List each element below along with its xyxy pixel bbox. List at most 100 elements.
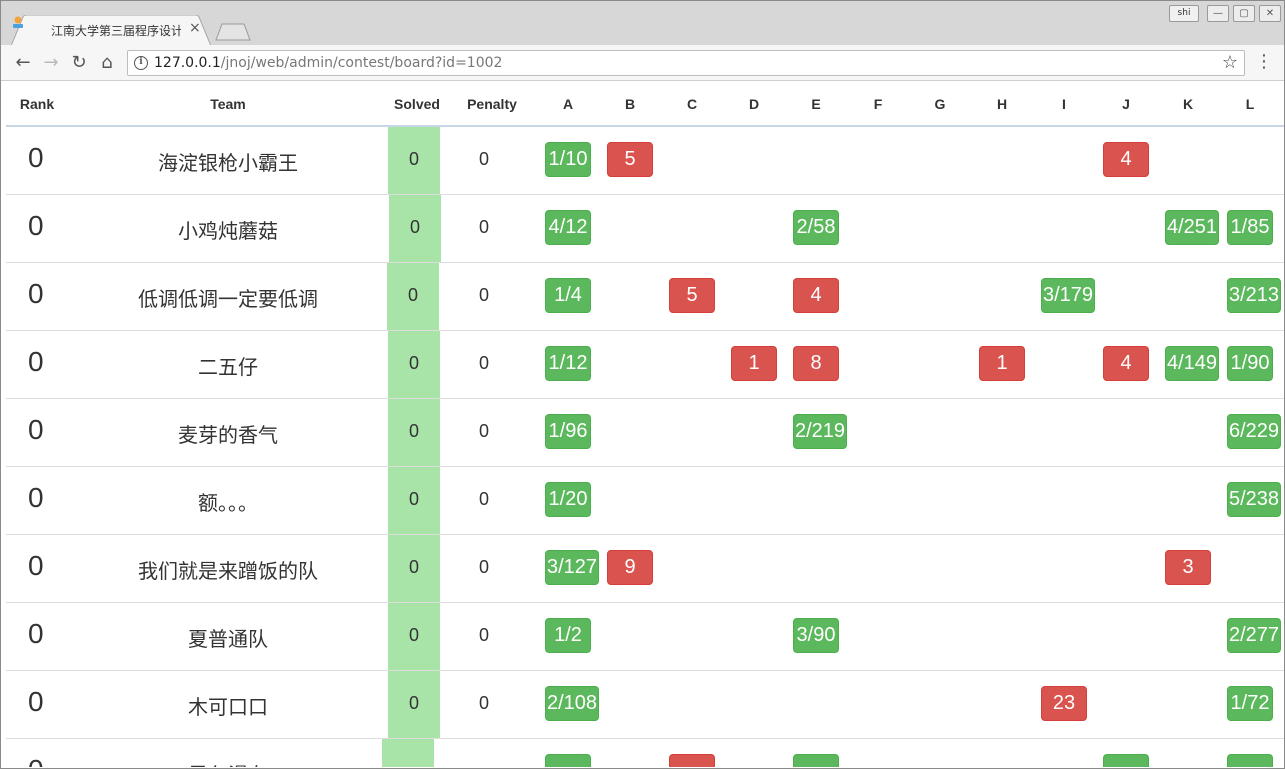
header-problem-j[interactable]: J: [1106, 96, 1146, 112]
header-problem-l[interactable]: L: [1230, 96, 1270, 112]
accepted-badge-k[interactable]: 4/251: [1165, 210, 1220, 245]
header-solved: Solved: [394, 96, 440, 112]
table-row: 0 黑色漫布: [6, 739, 1284, 767]
penalty-cell: 0: [478, 421, 489, 441]
accepted-badge-i[interactable]: 3/179: [1041, 278, 1096, 313]
solved-count: 0: [408, 693, 419, 713]
address-bar[interactable]: i 127.0.0.1/jnoj/web/admin/contest/board…: [127, 50, 1245, 76]
rejected-badge-d[interactable]: 1: [731, 346, 777, 381]
site-info-icon[interactable]: i: [134, 56, 148, 70]
new-tab-button[interactable]: [215, 23, 251, 41]
team-name: 木可口口: [188, 695, 268, 719]
accepted-badge-l[interactable]: 1/90: [1227, 346, 1273, 381]
accepted-badge-l[interactable]: 1/72: [1227, 686, 1273, 721]
accepted-badge-e[interactable]: 3/90: [793, 618, 839, 653]
close-window-button[interactable]: ✕: [1259, 5, 1281, 22]
reload-icon[interactable]: ↻: [67, 51, 91, 75]
team-name: 夏普通队: [188, 627, 268, 651]
home-icon[interactable]: ⌂: [95, 51, 119, 75]
browser-tab[interactable]: 江南大学第三届程序设计 ×: [11, 15, 211, 46]
forward-icon[interactable]: →: [39, 51, 63, 75]
table-row: 0 二五仔 0 0 1/12 1 8 1 4 4/149 1/90: [6, 331, 1284, 399]
penalty-cell: 0: [478, 693, 489, 713]
browser-window: 江南大学第三届程序设计 × shi — ▢ ✕ ← → ↻ ⌂ i 127.0.…: [0, 0, 1285, 769]
team-name: 我们就是来蹭饭的队: [138, 559, 318, 583]
profile-button[interactable]: shi: [1169, 5, 1199, 22]
accepted-badge-a[interactable]: 1/4: [545, 278, 591, 313]
accepted-badge-a[interactable]: 1/12: [545, 346, 591, 381]
solved-count: 0: [408, 489, 419, 509]
header-problem-f[interactable]: F: [858, 96, 898, 112]
bookmark-star-icon[interactable]: ☆: [1222, 52, 1238, 73]
solved-cell: 0: [388, 127, 440, 194]
rank-cell: 0: [28, 346, 44, 377]
tab-close-icon[interactable]: ×: [189, 20, 201, 36]
rejected-badge-h[interactable]: 1: [979, 346, 1025, 381]
solved-count: 0: [409, 217, 420, 237]
accepted-badge-e[interactable]: 2/58: [793, 210, 839, 245]
team-name: 低调低调一定要低调: [138, 287, 318, 311]
maximize-button[interactable]: ▢: [1233, 5, 1255, 22]
accepted-badge-l[interactable]: [1227, 754, 1273, 767]
rejected-badge-k[interactable]: 3: [1165, 550, 1211, 585]
table-row: 0 木可口口 0 0 2/108 23 1/72: [6, 671, 1284, 739]
url-text[interactable]: 127.0.0.1/jnoj/web/admin/contest/board?i…: [154, 55, 502, 71]
header-problem-a[interactable]: A: [548, 96, 588, 112]
tab-title: 江南大学第三届程序设计: [51, 24, 181, 38]
penalty-cell: 0: [478, 625, 489, 645]
accepted-badge-l[interactable]: 6/229: [1227, 414, 1282, 449]
accepted-badge-a[interactable]: 2/108: [545, 686, 600, 721]
browser-toolbar: ← → ↻ ⌂ i 127.0.0.1/jnoj/web/admin/conte…: [1, 45, 1284, 81]
accepted-badge-e[interactable]: 2/219: [793, 414, 848, 449]
rank-cell: 0: [28, 210, 44, 241]
back-icon[interactable]: ←: [11, 51, 35, 75]
penalty-cell: 0: [478, 149, 489, 169]
team-name: 额。。。: [198, 491, 258, 515]
header-problem-g[interactable]: G: [920, 96, 960, 112]
header-problem-b[interactable]: B: [610, 96, 650, 112]
header-problem-d[interactable]: D: [734, 96, 774, 112]
accepted-badge-l[interactable]: 3/213: [1227, 278, 1282, 313]
accepted-badge-a[interactable]: 3/127: [545, 550, 600, 585]
rejected-badge-b[interactable]: 5: [607, 142, 653, 177]
solved-cell: 0: [388, 535, 440, 602]
accepted-badge-l[interactable]: 1/85: [1227, 210, 1273, 245]
url-path: /jnoj/web/admin/contest/board?id=1002: [220, 55, 503, 71]
rank-cell: 0: [28, 754, 44, 767]
rejected-badge-i[interactable]: 23: [1041, 686, 1087, 721]
accepted-badge-a[interactable]: 4/12: [545, 210, 591, 245]
accepted-badge-a[interactable]: 1/10: [545, 142, 591, 177]
accepted-badge-k[interactable]: 4/149: [1165, 346, 1220, 381]
accepted-badge-a[interactable]: 1/20: [545, 482, 591, 517]
penalty-cell: 0: [478, 285, 489, 305]
accepted-badge-a[interactable]: 1/96: [545, 414, 591, 449]
penalty-cell: 0: [478, 557, 489, 577]
minimize-button[interactable]: —: [1207, 5, 1229, 22]
rank-cell: 0: [28, 686, 44, 717]
header-problem-k[interactable]: K: [1168, 96, 1208, 112]
accepted-badge-a[interactable]: 1/2: [545, 618, 591, 653]
accepted-badge-l[interactable]: 5/238: [1227, 482, 1282, 517]
header-problem-c[interactable]: C: [672, 96, 712, 112]
rejected-badge-c[interactable]: [669, 754, 715, 767]
rank-cell: 0: [28, 550, 44, 581]
browser-menu-icon[interactable]: ⋮: [1255, 51, 1273, 75]
rejected-badge-c[interactable]: 5: [669, 278, 715, 313]
rejected-badge-e[interactable]: 4: [793, 278, 839, 313]
accepted-badge-a[interactable]: [545, 754, 591, 767]
rejected-badge-b[interactable]: 9: [607, 550, 653, 585]
solved-count: 0: [408, 557, 419, 577]
solved-cell: 0: [388, 399, 440, 466]
header-problem-h[interactable]: H: [982, 96, 1022, 112]
solved-cell: 0: [388, 671, 440, 738]
solved-count: 0: [408, 149, 419, 169]
rejected-badge-j[interactable]: 4: [1103, 346, 1149, 381]
header-problem-i[interactable]: I: [1044, 96, 1084, 112]
accepted-badge-j[interactable]: [1103, 754, 1149, 767]
rejected-badge-e[interactable]: 8: [793, 346, 839, 381]
accepted-badge-l[interactable]: 2/277: [1227, 618, 1282, 653]
accepted-badge-e[interactable]: [793, 754, 839, 767]
rejected-badge-j[interactable]: 4: [1103, 142, 1149, 177]
table-row: 0 我们就是来蹭饭的队 0 0 3/127 9 3: [6, 535, 1284, 603]
header-problem-e[interactable]: E: [796, 96, 836, 112]
